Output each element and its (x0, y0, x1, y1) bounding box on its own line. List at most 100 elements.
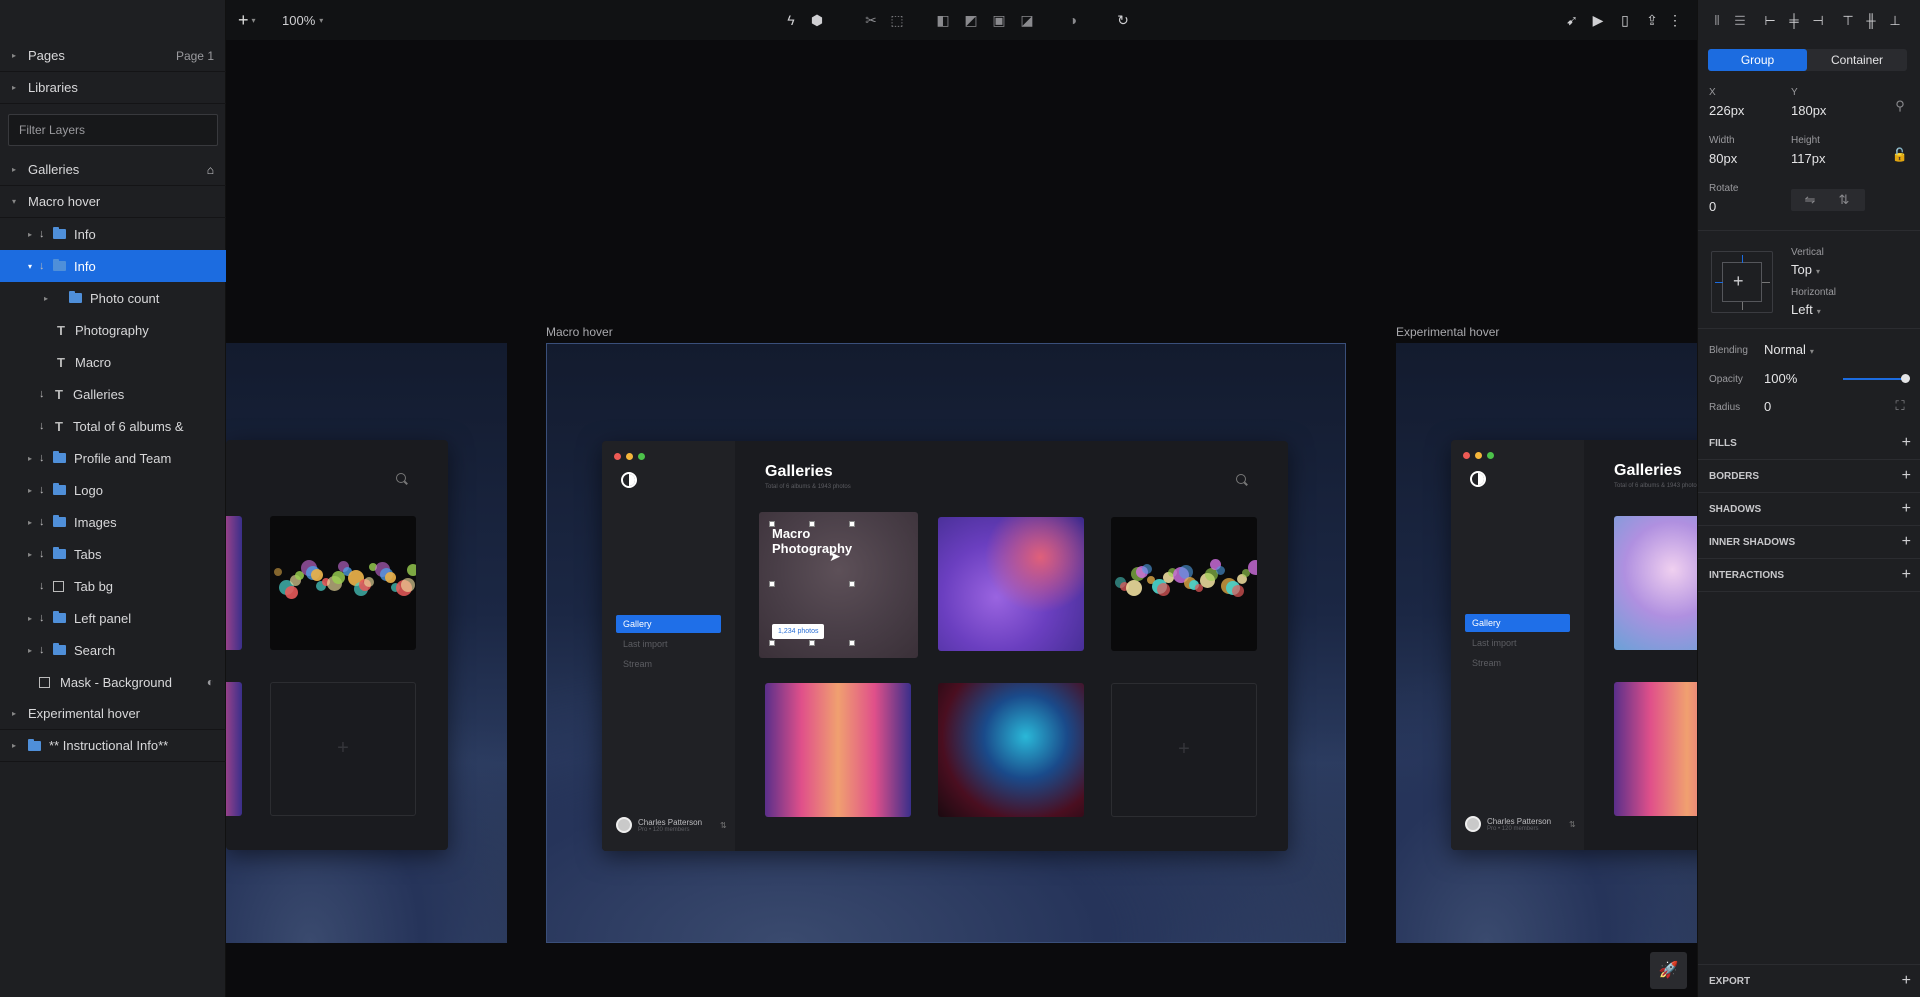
section-inner-shadows[interactable]: INNER SHADOWS + (1698, 526, 1920, 559)
resizing-constraints-widget[interactable]: + (1711, 251, 1773, 313)
align-left-icon[interactable]: ⊢ (1761, 12, 1779, 30)
layer-row[interactable]: Mask - Background ◐ (0, 666, 226, 698)
opacity-slider[interactable] (1843, 374, 1910, 383)
artboard-experimental-hover[interactable]: Gallery Last import Stream Charles Patte… (1396, 343, 1697, 943)
current-page-value[interactable]: Page 1 (176, 49, 214, 63)
blending-dropdown[interactable]: Normal ▾ (1764, 342, 1814, 357)
design-canvas[interactable]: Macro hover Gallery Last import Stream (226, 40, 1697, 997)
more-menu-icon[interactable]: ⋮ (1666, 11, 1684, 29)
radius-field[interactable]: 0 (1764, 399, 1771, 414)
expand-caret-icon[interactable]: ▸ (9, 83, 19, 92)
width-field[interactable]: 80px (1709, 151, 1737, 166)
section-interactions[interactable]: INTERACTIONS + (1698, 559, 1920, 592)
component-icon[interactable]: ⬢ (808, 11, 826, 29)
artboard-label-experimental-hover[interactable]: Experimental hover (1396, 325, 1499, 339)
layer-row[interactable]: ▸ ↓ Left panel (0, 602, 226, 634)
distribute-vertical-icon[interactable]: ☰ (1731, 12, 1749, 30)
device-preview-icon[interactable]: ▯ (1616, 11, 1634, 29)
y-field[interactable]: 180px (1791, 103, 1826, 118)
intersect-icon[interactable]: ▣ (990, 11, 1008, 29)
play-icon[interactable]: ▶ (1589, 11, 1607, 29)
zoom-dropdown[interactable]: 100% ▾ (282, 0, 323, 40)
section-borders[interactable]: BORDERS + (1698, 460, 1920, 493)
subtract-icon[interactable]: ◩ (962, 11, 980, 29)
layer-row[interactable]: ▾ ↓ Info (0, 250, 226, 282)
center-constraint-icon[interactable]: + (1733, 271, 1744, 292)
align-middle-icon[interactable]: ╫ (1862, 12, 1880, 30)
layer-row[interactable]: ▸ ↓ Search (0, 634, 226, 666)
refresh-icon[interactable]: ↻ (1114, 11, 1132, 29)
add-icon[interactable]: + (1902, 500, 1911, 518)
align-top-icon[interactable]: ⊤ (1839, 12, 1857, 30)
add-icon[interactable]: + (1902, 467, 1911, 485)
layer-row[interactable]: ▸ Experimental hover (0, 698, 226, 730)
align-center-icon[interactable]: ╪ (1785, 12, 1803, 30)
layer-row[interactable]: ↓ T Galleries (0, 378, 226, 410)
flip-horizontal-icon[interactable]: ⇋ (1801, 191, 1819, 209)
publish-rocket-button[interactable]: 🚀 (1650, 952, 1687, 989)
pin-icon[interactable]: ⚲ (1891, 97, 1909, 115)
layer-row[interactable]: ▾ Macro hover (0, 186, 226, 218)
mask-icon[interactable]: ◐ (207, 675, 214, 689)
lock-icon[interactable]: 🔓 (1891, 146, 1909, 164)
expand-caret-icon[interactable]: ▸ (9, 165, 19, 174)
home-artboard-icon[interactable]: ⌂ (207, 163, 214, 177)
add-export-icon[interactable]: + (1902, 972, 1911, 990)
layer-row[interactable]: ▸ ↓ Info (0, 218, 226, 250)
layer-row[interactable]: ↓ T Total of 6 albums & (0, 410, 226, 442)
align-bottom-icon[interactable]: ⊥ (1886, 12, 1904, 30)
mask-icon[interactable]: ◑ (1064, 11, 1082, 29)
vertical-dropdown[interactable]: Top ▾ (1791, 262, 1820, 277)
opacity-field[interactable]: 100% (1764, 371, 1797, 386)
union-icon[interactable]: ◧ (934, 11, 952, 29)
libraries-row[interactable]: ▸ Libraries (0, 72, 226, 104)
expand-caret-open-icon[interactable]: ▾ (9, 197, 19, 206)
selection-handle[interactable] (769, 521, 775, 527)
flip-vertical-icon[interactable]: ⇅ (1835, 191, 1853, 209)
layer-row[interactable]: ▸ ↓ Images (0, 506, 226, 538)
align-right-icon[interactable]: ⊣ (1809, 12, 1827, 30)
crop-icon[interactable]: ⬚ (888, 11, 906, 29)
distribute-horizontal-icon[interactable]: ⫴ (1708, 12, 1726, 30)
layer-row[interactable]: ▸ ↓ Logo (0, 474, 226, 506)
expand-caret-icon[interactable]: ▸ (25, 550, 35, 559)
expand-caret-icon[interactable]: ▸ (41, 294, 51, 303)
expand-caret-open-icon[interactable]: ▾ (25, 262, 35, 271)
expand-caret-icon[interactable]: ▸ (25, 454, 35, 463)
layer-row[interactable]: ▸ ↓ Profile and Team (0, 442, 226, 474)
selection-handle[interactable] (849, 581, 855, 587)
expand-caret-icon[interactable]: ▸ (25, 646, 35, 655)
expand-caret-icon[interactable]: ▸ (9, 741, 19, 750)
layer-row[interactable]: ▸ ↓ Tabs (0, 538, 226, 570)
export-share-icon[interactable]: ⇪ (1643, 11, 1661, 29)
left-constraint[interactable] (1715, 282, 1723, 283)
selection-handle[interactable] (849, 640, 855, 646)
macro-photography-tile[interactable]: Macro Photography 1,234 photos ➤ (759, 512, 918, 658)
section-shadows[interactable]: SHADOWS + (1698, 493, 1920, 526)
expand-caret-icon[interactable]: ▸ (9, 709, 19, 718)
scissors-icon[interactable]: ✂ (862, 11, 880, 29)
expand-caret-icon[interactable]: ▸ (25, 486, 35, 495)
opacity-slider-knob[interactable] (1901, 374, 1910, 383)
artboard-macro-hover[interactable]: Gallery Last import Stream Charles Patte… (546, 343, 1346, 943)
height-field[interactable]: 117px (1791, 151, 1825, 166)
x-field[interactable]: 226px (1709, 103, 1744, 118)
rotate-field[interactable]: 0 (1709, 199, 1716, 214)
add-icon[interactable]: + (1902, 566, 1911, 584)
difference-icon[interactable]: ◪ (1018, 11, 1036, 29)
layer-row[interactable]: ↓ Tab bg (0, 570, 226, 602)
selection-handle[interactable] (769, 640, 775, 646)
lightning-icon[interactable]: ϟ (782, 11, 800, 29)
tab-group[interactable]: Group (1708, 49, 1807, 71)
bottom-constraint[interactable] (1742, 302, 1743, 310)
inspect-arrow-icon[interactable]: ➹ (1563, 11, 1581, 29)
selection-handle[interactable] (809, 521, 815, 527)
pages-row[interactable]: ▸ Pages Page 1 (0, 40, 226, 72)
layer-row[interactable]: ▸ Galleries ⌂ (0, 154, 226, 186)
expand-caret-icon[interactable]: ▸ (25, 614, 35, 623)
add-icon[interactable]: + (1902, 533, 1911, 551)
right-constraint[interactable] (1762, 282, 1770, 283)
expand-caret-icon[interactable]: ▸ (25, 518, 35, 527)
tab-container[interactable]: Container (1807, 49, 1907, 71)
corner-radius-icon[interactable]: ⛶ (1891, 397, 1909, 415)
